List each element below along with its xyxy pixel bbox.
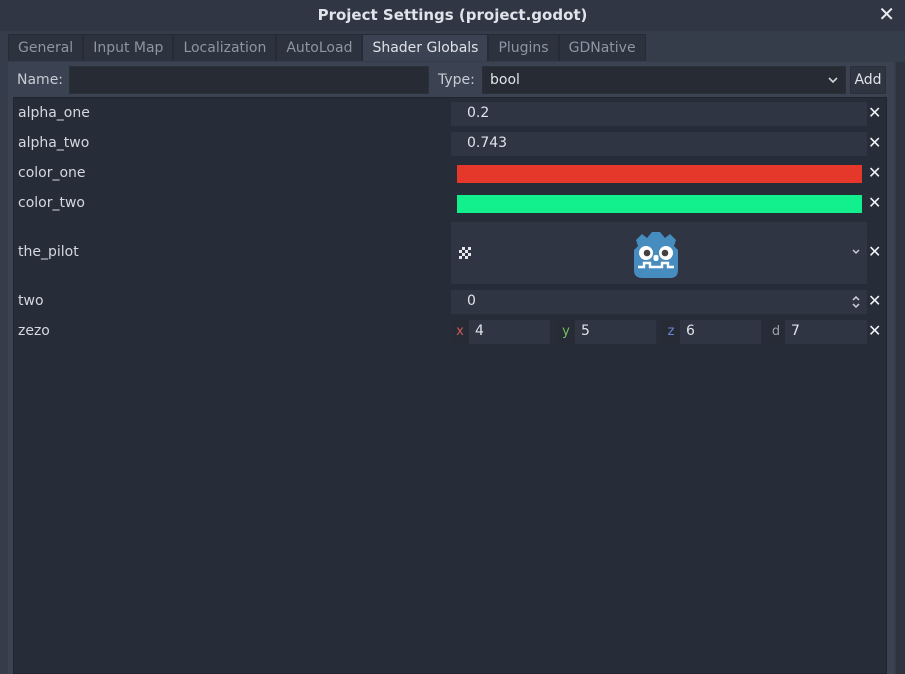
global-row-alpha-one: alpha_one 0.2 ✕ bbox=[14, 102, 886, 126]
delete-icon[interactable]: ✕ bbox=[868, 163, 881, 182]
delete-icon[interactable]: ✕ bbox=[868, 133, 881, 152]
global-name: color_one bbox=[18, 165, 86, 181]
global-row-color-two: color_two ✕ bbox=[14, 192, 886, 216]
global-row-color-one: color_one ✕ bbox=[14, 162, 886, 186]
int-value: 0 bbox=[467, 293, 476, 309]
tab-bar: General Input Map Localization AutoLoad … bbox=[8, 34, 646, 62]
texture-type-icon bbox=[458, 246, 472, 264]
tab-gdnative[interactable]: GDNative bbox=[558, 34, 646, 61]
float-value: 0.743 bbox=[467, 135, 508, 151]
axis-label-x: x bbox=[451, 320, 469, 344]
vector-y-field[interactable]: y 5 bbox=[557, 320, 656, 344]
globals-list: alpha_one 0.2 ✕ alpha_two 0.743 ✕ color_… bbox=[13, 97, 887, 674]
tab-input-map[interactable]: Input Map bbox=[83, 34, 174, 61]
color-picker-button[interactable] bbox=[457, 195, 862, 213]
tab-localization[interactable]: Localization bbox=[173, 34, 277, 61]
global-name: color_two bbox=[18, 195, 85, 211]
type-label: Type: bbox=[438, 72, 475, 88]
global-row-two: two 0 ✕ bbox=[14, 290, 886, 314]
tab-shader-globals[interactable]: Shader Globals bbox=[362, 34, 489, 61]
delete-icon[interactable]: ✕ bbox=[868, 193, 881, 212]
vector-d-value: 7 bbox=[791, 323, 800, 339]
delete-icon[interactable]: ✕ bbox=[868, 291, 881, 310]
color-picker-button[interactable] bbox=[457, 165, 862, 183]
tab-general[interactable]: General bbox=[8, 34, 84, 61]
global-name: zezo bbox=[18, 323, 50, 339]
tab-plugins[interactable]: Plugins bbox=[488, 34, 559, 61]
axis-label-y: y bbox=[557, 320, 575, 344]
name-input[interactable] bbox=[69, 66, 429, 94]
shader-globals-panel: Name: Type: bool Add alpha_one 0.2 ✕ alp… bbox=[8, 62, 894, 674]
chevron-down-icon bbox=[827, 70, 839, 93]
global-name: alpha_one bbox=[18, 105, 90, 121]
float-input[interactable]: 0.743 bbox=[451, 132, 867, 156]
vector-x-field[interactable]: x 4 bbox=[451, 320, 550, 344]
add-button[interactable]: Add bbox=[850, 66, 886, 94]
type-select-value: bool bbox=[490, 72, 520, 88]
global-row-alpha-two: alpha_two 0.743 ✕ bbox=[14, 132, 886, 156]
vector-z-field[interactable]: z 6 bbox=[662, 320, 761, 344]
global-name: alpha_two bbox=[18, 135, 90, 151]
global-name: two bbox=[18, 293, 44, 309]
global-name: the_pilot bbox=[18, 244, 79, 260]
delete-icon[interactable]: ✕ bbox=[868, 103, 881, 122]
delete-icon[interactable]: ✕ bbox=[868, 321, 881, 340]
global-row-the-pilot: the_pilot ✕ bbox=[14, 222, 886, 284]
float-value: 0.2 bbox=[467, 105, 490, 121]
delete-icon[interactable]: ✕ bbox=[868, 242, 881, 261]
axis-label-z: z bbox=[662, 320, 680, 344]
axis-label-d: d bbox=[767, 320, 785, 344]
vector-x-value: 4 bbox=[475, 323, 484, 339]
background-editor-edge bbox=[896, 62, 905, 674]
global-row-zezo: zezo x 4 y 5 z 6 d 7 ✕ bbox=[14, 320, 886, 344]
type-select[interactable]: bool bbox=[482, 66, 846, 94]
vector-y-value: 5 bbox=[581, 323, 590, 339]
float-input[interactable]: 0.2 bbox=[451, 102, 867, 126]
godot-logo-icon bbox=[628, 226, 684, 284]
spinner-arrows-icon[interactable] bbox=[851, 293, 861, 315]
title-bar: Project Settings (project.godot) ✕ bbox=[0, 0, 905, 31]
tab-autoload[interactable]: AutoLoad bbox=[276, 34, 363, 61]
vector-d-field[interactable]: d 7 bbox=[767, 320, 867, 344]
window-title: Project Settings (project.godot) bbox=[317, 6, 588, 24]
int-spinbox[interactable]: 0 bbox=[451, 290, 867, 314]
close-window-icon[interactable]: ✕ bbox=[878, 3, 895, 25]
texture-resource-picker[interactable] bbox=[451, 222, 867, 284]
name-label: Name: bbox=[17, 72, 64, 88]
vector-z-value: 6 bbox=[686, 323, 695, 339]
chevron-down-icon[interactable] bbox=[851, 244, 861, 264]
